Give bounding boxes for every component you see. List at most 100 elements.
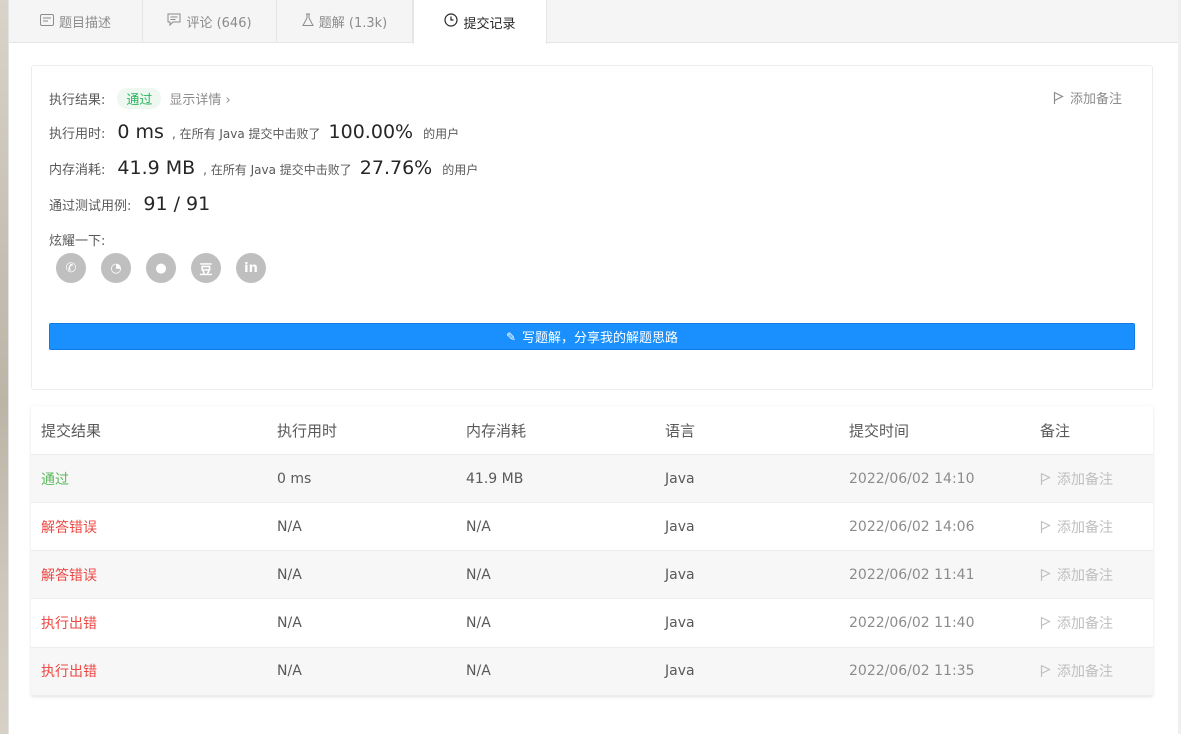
- tab-label: 评论 (646): [186, 16, 252, 31]
- table-row: 解答错误 N/A N/A Java 2022/06/02 11:41 添加备注: [31, 551, 1153, 600]
- memory-suffix: 的用户: [442, 163, 479, 177]
- runtime-cell: N/A: [277, 663, 302, 680]
- header-language: 语言: [665, 421, 696, 440]
- tab-submissions[interactable]: 提交记录: [413, 0, 547, 44]
- language-cell: Java: [665, 470, 695, 487]
- share-row: 炫耀一下:: [49, 230, 105, 249]
- add-note-label: 添加备注: [1069, 92, 1122, 107]
- header-runtime: 执行用时: [277, 421, 338, 440]
- flag-icon: [1040, 617, 1051, 630]
- add-note-button[interactable]: 添加备注: [1040, 613, 1113, 633]
- tab-solutions[interactable]: 题解 (1.3k): [277, 0, 413, 43]
- pencil-icon: ✎: [505, 329, 517, 344]
- testcases-value: 91 / 91: [143, 193, 211, 215]
- table-row: 执行出错 N/A N/A Java 2022/06/02 11:35 添加备注: [31, 647, 1153, 696]
- submit-time-cell: 2022/06/02 11:41: [849, 566, 975, 583]
- runtime-cell: N/A: [277, 518, 302, 535]
- runtime-cell: N/A: [277, 566, 302, 583]
- wechat-icon[interactable]: ✆: [56, 253, 86, 283]
- runtime-suffix: 的用户: [423, 127, 460, 141]
- runtime-percent: 100.00%: [328, 121, 414, 143]
- write-solution-label: 写题解，分享我的解题思路: [522, 331, 679, 346]
- tab-label: 题解 (1.3k): [318, 16, 388, 31]
- background-window-edge: [0, 0, 9, 734]
- runtime-cell: 0 ms: [277, 470, 312, 487]
- add-note-button[interactable]: 添加备注: [1040, 565, 1113, 585]
- header-time: 提交时间: [849, 421, 910, 440]
- status-badge: 通过: [117, 88, 162, 109]
- add-note-label: 添加备注: [1057, 567, 1113, 584]
- flag-icon: [1040, 665, 1051, 678]
- add-note-label: 添加备注: [1057, 471, 1113, 488]
- tab-comments[interactable]: 评论 (646): [143, 0, 277, 43]
- linkedin-icon[interactable]: in: [236, 253, 266, 283]
- memory-percent: 27.76%: [359, 157, 433, 179]
- table-row: 通过 0 ms 41.9 MB Java 2022/06/02 14:10 添加备注: [31, 455, 1153, 503]
- table-header: 提交结果 执行用时 内存消耗 语言 提交时间 备注: [31, 406, 1153, 455]
- add-note-label: 添加备注: [1057, 519, 1113, 536]
- testcases-label: 通过测试用例:: [49, 199, 132, 214]
- add-note-button[interactable]: 添加备注: [1040, 517, 1113, 537]
- submission-status-link[interactable]: 通过: [41, 469, 69, 489]
- runtime-row: 执行用时: 0 ms , 在所有 Java 提交中击败了 100.00% 的用户: [49, 121, 459, 143]
- memory-value: 41.9 MB: [117, 157, 196, 179]
- language-cell: Java: [665, 518, 695, 535]
- submission-panel: 题目描述 评论 (646) 题解 (1.3k) 提交记录 执行结果: 通过 显示…: [9, 0, 1178, 734]
- submission-status-link[interactable]: 执行出错: [41, 613, 97, 633]
- submit-time-cell: 2022/06/02 11:40: [849, 615, 975, 632]
- description-icon: [39, 13, 54, 30]
- table-row: 解答错误 N/A N/A Java 2022/06/02 14:06 添加备注: [31, 503, 1153, 552]
- memory-row: 内存消耗: 41.9 MB , 在所有 Java 提交中击败了 27.76% 的…: [49, 157, 478, 179]
- submission-status-link[interactable]: 解答错误: [41, 565, 97, 585]
- memory-label: 内存消耗:: [49, 163, 106, 178]
- result-card: 执行结果: 通过 显示详情 › 添加备注 执行用时: 0 ms , 在所有 Ja…: [31, 65, 1153, 390]
- add-note-button[interactable]: 添加备注: [1040, 661, 1113, 681]
- tab-label: 提交记录: [463, 16, 516, 32]
- testcases-row: 通过测试用例: 91 / 91: [49, 193, 210, 215]
- submit-time-cell: 2022/06/02 14:06: [849, 518, 975, 535]
- memory-cell: N/A: [466, 518, 491, 535]
- flask-icon: [301, 13, 314, 31]
- tab-label: 题目描述: [58, 16, 111, 31]
- qq-icon[interactable]: ●: [146, 253, 176, 283]
- weibo-icon[interactable]: ◔: [101, 253, 131, 283]
- status-label: 执行结果:: [49, 93, 106, 108]
- share-label: 炫耀一下:: [49, 234, 106, 249]
- runtime-value: 0 ms: [117, 121, 164, 143]
- show-details-link[interactable]: 显示详情 ›: [169, 89, 230, 108]
- memory-cell: N/A: [466, 615, 491, 632]
- header-note: 备注: [1040, 421, 1071, 440]
- submission-status-link[interactable]: 解答错误: [41, 517, 97, 537]
- douban-icon[interactable]: 豆: [191, 253, 221, 283]
- add-note-label: 添加备注: [1057, 664, 1113, 681]
- status-row: 执行结果: 通过 显示详情 ›: [49, 88, 231, 109]
- share-icons: ✆ ◔ ● 豆 in: [56, 253, 266, 283]
- comment-icon: [167, 13, 181, 30]
- tab-description[interactable]: 题目描述: [9, 0, 143, 43]
- language-cell: Java: [665, 615, 695, 632]
- memory-cell: N/A: [466, 663, 491, 680]
- submissions-table: 提交结果 执行用时 内存消耗 语言 提交时间 备注 通过 0 ms 41.9 MB J…: [31, 406, 1153, 696]
- clock-icon: [444, 13, 459, 31]
- memory-text: , 在所有 Java 提交中击败了: [203, 163, 352, 177]
- submission-status-link[interactable]: 执行出错: [41, 661, 97, 681]
- language-cell: Java: [665, 566, 695, 583]
- runtime-label: 执行用时:: [49, 127, 106, 142]
- flag-icon: [1040, 472, 1051, 485]
- language-cell: Java: [665, 663, 695, 680]
- tab-bar: 题目描述 评论 (646) 题解 (1.3k) 提交记录: [9, 0, 1178, 44]
- write-solution-button[interactable]: ✎ 写题解，分享我的解题思路: [49, 323, 1135, 350]
- header-memory: 内存消耗: [466, 421, 527, 440]
- add-note-button[interactable]: 添加备注: [1040, 469, 1113, 489]
- flag-icon: [1053, 91, 1064, 104]
- memory-cell: 41.9 MB: [466, 470, 524, 487]
- header-status: 提交结果: [41, 421, 102, 440]
- runtime-text: , 在所有 Java 提交中击败了: [171, 127, 321, 141]
- submit-time-cell: 2022/06/02 11:35: [849, 663, 975, 680]
- add-note-label: 添加备注: [1057, 616, 1113, 633]
- submit-time-cell: 2022/06/02 14:10: [849, 470, 975, 487]
- table-row: 执行出错 N/A N/A Java 2022/06/02 11:40 添加备注: [31, 600, 1153, 648]
- add-note-button[interactable]: 添加备注: [1053, 88, 1122, 107]
- flag-icon: [1040, 568, 1051, 581]
- memory-cell: N/A: [466, 566, 491, 583]
